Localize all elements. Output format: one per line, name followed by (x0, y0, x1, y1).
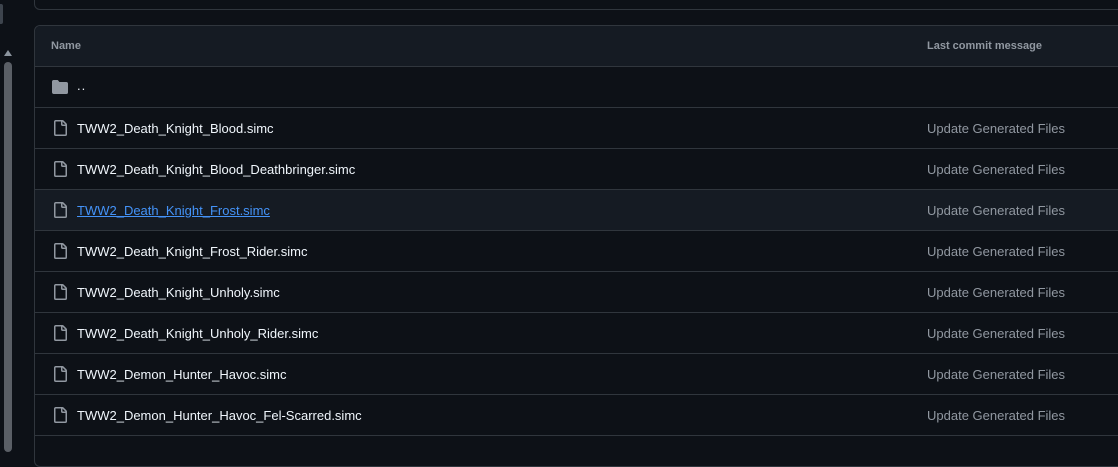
file-row[interactable]: TWW2_Death_Knight_Frost_Rider.simc Update… (35, 231, 1118, 272)
file-name-link[interactable]: TWW2_Death_Knight_Blood_Deathbringer.sim… (77, 162, 355, 177)
file-row[interactable]: TWW2_Death_Knight_Unholy_Rider.simc Updat… (35, 313, 1118, 354)
file-row[interactable]: TWW2_Death_Knight_Blood.simc Update Gener… (35, 108, 1118, 149)
scroll-up-arrow-icon[interactable] (4, 50, 12, 56)
file-icon (54, 202, 67, 218)
commit-message-link[interactable]: Update Generated Files (927, 285, 1065, 300)
file-name-link[interactable]: TWW2_Demon_Hunter_Havoc_Fel-Scarred.simc (77, 408, 362, 423)
commit-message-link[interactable]: Update Generated Files (927, 326, 1065, 341)
commit-message-link[interactable]: Update Generated Files (927, 244, 1065, 259)
commit-message-link[interactable]: Update Generated Files (927, 162, 1065, 177)
file-name-link[interactable]: TWW2_Death_Knight_Unholy_Rider.simc (77, 326, 318, 341)
file-row[interactable]: TWW2_Demon_Hunter_Havoc_Fel-Scarred.simc… (35, 395, 1118, 436)
column-header-name: Name (51, 40, 81, 52)
file-icon (54, 284, 67, 300)
file-icon (54, 407, 67, 423)
commit-message-link[interactable]: Update Generated Files (927, 367, 1065, 382)
commit-message-link[interactable]: Update Generated Files (927, 408, 1065, 423)
scrollbar-thumb[interactable] (4, 62, 12, 452)
column-header-last-commit: Last commit message (927, 40, 1042, 52)
file-table: Name Last commit message .. TWW2_Death_K… (34, 25, 1118, 467)
file-icon (54, 366, 67, 382)
file-icon (54, 161, 67, 177)
scrollbar-top-nub (0, 4, 3, 24)
top-panel (34, 0, 1118, 10)
file-icon (54, 325, 67, 341)
commit-message-link[interactable]: Update Generated Files (927, 121, 1065, 136)
file-row[interactable]: TWW2_Death_Knight_Unholy.simc Update Gene… (35, 272, 1118, 313)
table-header: Name Last commit message (35, 26, 1118, 67)
parent-directory-link[interactable]: .. (77, 78, 86, 93)
file-name-link[interactable]: TWW2_Death_Knight_Blood.simc (77, 121, 274, 136)
file-icon (54, 120, 67, 136)
commit-message-link[interactable]: Update Generated Files (927, 203, 1065, 218)
file-row[interactable]: TWW2_Death_Knight_Frost.simc Update Gener… (35, 190, 1118, 231)
file-icon (54, 243, 67, 259)
file-name-link[interactable]: TWW2_Death_Knight_Frost_Rider.simc (77, 244, 307, 259)
page-scrollbar[interactable] (0, 0, 16, 452)
file-row[interactable]: TWW2_Death_Knight_Blood_Deathbringer.sim… (35, 149, 1118, 190)
parent-directory-row[interactable]: .. (35, 67, 1118, 108)
folder-icon (52, 80, 68, 94)
file-name-link[interactable]: TWW2_Demon_Hunter_Havoc.simc (77, 367, 287, 382)
file-row[interactable]: TWW2_Demon_Hunter_Havoc.simc Update Gener… (35, 354, 1118, 395)
file-name-link[interactable]: TWW2_Death_Knight_Unholy.simc (77, 285, 280, 300)
file-name-link[interactable]: TWW2_Death_Knight_Frost.simc (77, 203, 270, 218)
